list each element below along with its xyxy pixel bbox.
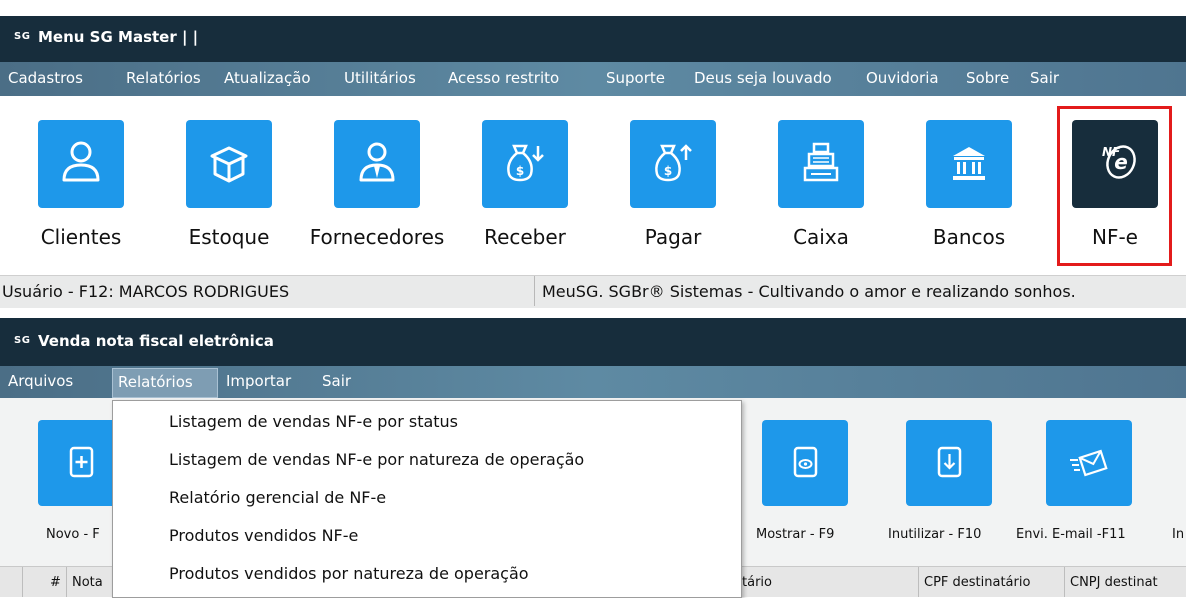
dropdown-item-vendas-natureza[interactable]: Listagem de vendas NF-e por natureza de … (169, 450, 584, 469)
mostrar-button[interactable] (762, 420, 848, 506)
relatorios-dropdown: Listagem de vendas NF-e por status Lista… (112, 400, 742, 598)
bank-icon (953, 147, 985, 180)
nfe-highlight-box (1057, 106, 1172, 266)
menu-relatorios-label: Relatórios (118, 373, 193, 391)
col-header-index[interactable]: # (50, 575, 61, 590)
window-title: Menu SG Master | | (38, 28, 199, 46)
inutilizar-label: Inutilizar - F10 (888, 527, 982, 542)
menu-sair[interactable]: Sair (1030, 69, 1059, 87)
app-logo: SG (14, 31, 31, 42)
enviar-email-button[interactable] (1046, 420, 1132, 506)
menu-relatorios[interactable]: Relatórios (126, 69, 201, 87)
estoque-button[interactable] (186, 120, 272, 208)
dropdown-item-produtos-vendidos[interactable]: Produtos vendidos NF-e (169, 526, 358, 545)
menu-importar[interactable]: Importar (226, 372, 291, 390)
fornecedores-label: Fornecedores (309, 225, 445, 249)
box-icon (210, 146, 248, 183)
grid-column-separator (22, 567, 23, 597)
col-header-nota[interactable]: Nota (72, 575, 103, 590)
dropdown-item-produtos-natureza[interactable]: Produtos vendidos por natureza de operaç… (169, 564, 529, 583)
show-document-icon (793, 446, 818, 478)
menu-atualizacao[interactable]: Atualização (224, 69, 311, 87)
menu-suporte[interactable]: Suporte (606, 69, 665, 87)
clientes-label: Clientes (40, 225, 122, 249)
main-window-titlebar[interactable]: SG Menu SG Master | | (0, 16, 1186, 62)
menu-utilitarios[interactable]: Utilitários (344, 69, 416, 87)
download-document-icon (937, 446, 962, 478)
fornecedores-button[interactable] (334, 120, 420, 208)
menu-arquivos[interactable]: Arquivos (8, 372, 73, 390)
novo-label: Novo - F (46, 527, 100, 542)
pagar-label: Pagar (644, 225, 702, 249)
grid-column-separator (1064, 567, 1065, 597)
bancos-button[interactable] (926, 120, 1012, 208)
money-bag-up-icon: $ (655, 144, 692, 182)
grid-column-separator (918, 567, 919, 597)
menu-relatorios-active[interactable]: Relatórios (112, 368, 218, 398)
menu-sair-nfe[interactable]: Sair (322, 372, 351, 390)
status-message: MeuSG. SGBr® Sistemas - Cultivando o amo… (542, 282, 1076, 301)
menu-cadastros[interactable]: Cadastros (8, 69, 83, 87)
dropdown-item-vendas-status[interactable]: Listagem de vendas NF-e por status (169, 412, 458, 431)
cash-register-icon (803, 142, 839, 182)
inutilizar-button[interactable] (906, 420, 992, 506)
mostrar-label: Mostrar - F9 (756, 527, 835, 542)
nfe-window-title: Venda nota fiscal eletrônica (38, 332, 274, 350)
menu-acesso-restrito[interactable]: Acesso restrito (448, 69, 559, 87)
menu-sobre[interactable]: Sobre (966, 69, 1009, 87)
caixa-label: Caixa (793, 225, 849, 249)
status-bar: Usuário - F12: MARCOS RODRIGUES MeuSG. S… (0, 275, 1186, 308)
clientes-button[interactable] (38, 120, 124, 208)
status-user: Usuário - F12: MARCOS RODRIGUES (2, 282, 290, 301)
enviar-email-label: Envi. E-mail -F11 (1016, 527, 1126, 542)
money-bag-down-icon: $ (507, 144, 544, 182)
caixa-button[interactable] (778, 120, 864, 208)
status-divider (534, 276, 535, 306)
nfe-window-logo: SG (14, 335, 31, 346)
dropdown-item-relatorio-gerencial[interactable]: Relatório gerencial de NF-e (169, 488, 386, 507)
svg-text:$: $ (664, 164, 672, 178)
person-icon (62, 141, 100, 182)
receber-button[interactable]: $ (482, 120, 568, 208)
menu-deus-seja-louvado[interactable]: Deus seja louvado (694, 69, 832, 87)
next-button-label[interactable]: In (1172, 527, 1184, 542)
col-header-destinatario[interactable]: tário (742, 575, 772, 590)
main-menubar: Cadastros Relatórios Atualização Utilitá… (0, 62, 1186, 96)
col-header-cpf[interactable]: CPF destinatário (924, 575, 1030, 590)
grid-column-separator (66, 567, 67, 597)
receber-label: Receber (484, 225, 566, 249)
estoque-label: Estoque (188, 225, 270, 249)
bancos-label: Bancos (932, 225, 1006, 249)
send-mail-icon (1070, 449, 1108, 477)
menu-ouvidoria[interactable]: Ouvidoria (866, 69, 939, 87)
supplier-icon (359, 142, 395, 182)
col-header-cnpj[interactable]: CNPJ destinat (1070, 575, 1158, 590)
pagar-button[interactable]: $ (630, 120, 716, 208)
svg-text:$: $ (516, 164, 524, 178)
nfe-window-titlebar[interactable]: SG Venda nota fiscal eletrônica (0, 318, 1186, 366)
